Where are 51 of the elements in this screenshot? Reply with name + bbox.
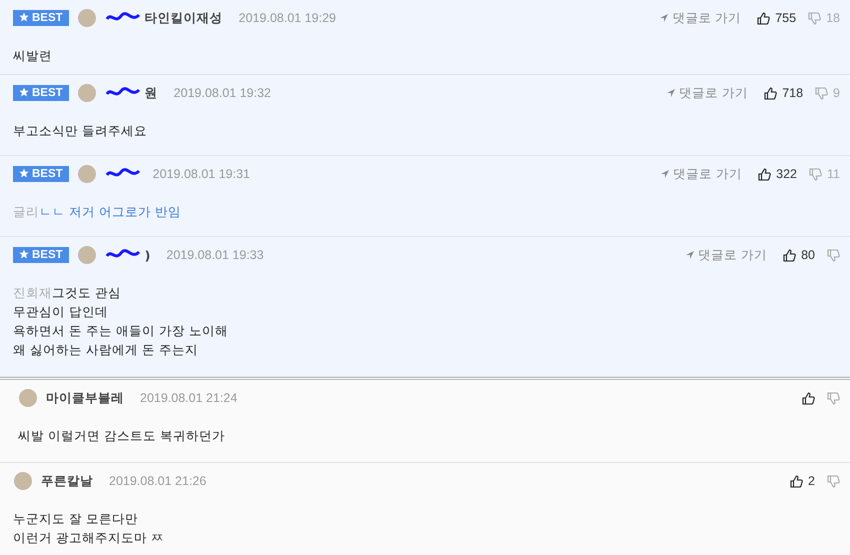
comment-time: 2019.08.01 21:24 [140, 391, 238, 405]
arrow-icon [660, 169, 670, 179]
dislike-count: 18 [826, 11, 840, 25]
dislike-count: 11 [827, 167, 840, 181]
author-name[interactable]: 마이클부블레 [46, 390, 124, 406]
best-badge: BEST [13, 247, 69, 263]
thumbs-up-icon[interactable] [802, 392, 815, 404]
avatar-icon [76, 8, 97, 28]
comment-time: 2019.08.01 19:32 [174, 86, 271, 100]
best-badge: BEST [13, 166, 69, 182]
like-count: 80 [801, 248, 815, 262]
thumbs-down-icon[interactable] [827, 392, 840, 404]
like-count: 718 [782, 86, 804, 100]
author-name[interactable]: ) [144, 248, 150, 262]
thumbs-down-icon[interactable] [827, 474, 840, 488]
comment-text: 누군지도 잘 모른다만 이런거 광고해주지도마 ㅉ [13, 510, 165, 547]
comment-text: 진회재 그것도 관심 무관심이 답인데 욕하면서 돈 주는 애들이 가장 노이해 왜 싫어하는 사람에게 돈 주는지 [13, 284, 229, 359]
comment-time: 2019.08.01 19:29 [238, 11, 336, 25]
comment-text: 씨발 이럴거면 감스트도 복귀하던가 [18, 427, 226, 445]
comment-time: 2019.08.01 19:31 [152, 167, 250, 181]
avatar-icon [76, 164, 97, 184]
author-name[interactable]: 타인킬이재성 [144, 10, 223, 26]
avatar-icon [76, 83, 97, 103]
comment-time: 2019.08.01 21:26 [109, 474, 206, 488]
arrow-icon [666, 88, 676, 98]
thumbs-down-icon[interactable] [809, 168, 822, 180]
like-count: 755 [775, 11, 796, 25]
thumbs-down-icon[interactable] [815, 86, 828, 100]
best-badge: BEST [13, 85, 69, 101]
comment-text: 글리 ㄴㄴ 저거 어그로가 반임 [13, 203, 182, 221]
thumbs-down-icon[interactable] [808, 12, 822, 24]
avatar-icon [13, 471, 33, 491]
dislike-count: 9 [833, 86, 840, 100]
arrow-icon [685, 250, 696, 260]
comment-text: 씨발련 [13, 47, 53, 65]
thumbs-up-icon[interactable] [757, 12, 770, 24]
thumbs-up-icon[interactable] [764, 86, 778, 100]
thumbs-up-icon[interactable] [783, 248, 796, 262]
thumbs-up-icon[interactable] [758, 168, 772, 180]
best-badge: BEST [13, 10, 69, 26]
author-name[interactable]: 푸른칼날 [41, 472, 93, 490]
thumbs-up-icon[interactable] [790, 474, 804, 488]
avatar-icon [18, 388, 38, 408]
arrow-icon [659, 13, 670, 23]
like-count: 322 [776, 167, 798, 181]
comment-text: 부고소식만 들려주세요 [13, 122, 148, 140]
comment-time: 2019.08.01 19:33 [166, 248, 264, 262]
author-name[interactable]: 원 [144, 84, 158, 102]
thumbs-down-icon[interactable] [827, 248, 840, 262]
like-count: 2 [808, 474, 815, 488]
avatar-icon [76, 245, 97, 265]
